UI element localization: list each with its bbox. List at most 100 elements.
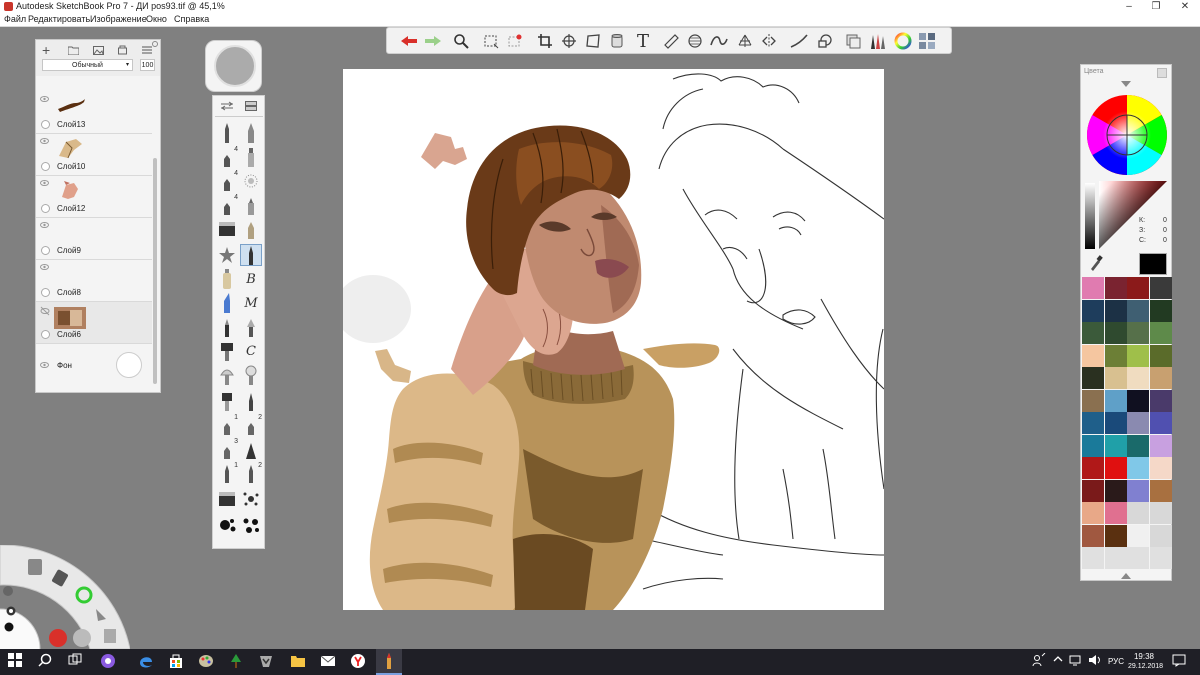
color-swatch[interactable] xyxy=(1149,389,1172,412)
color-swatch[interactable] xyxy=(1127,344,1149,367)
color-swatch[interactable] xyxy=(1127,277,1149,299)
fan-brush[interactable] xyxy=(216,364,238,386)
color-swatch[interactable] xyxy=(1104,322,1127,344)
dots-brush[interactable] xyxy=(240,514,262,536)
minimize-button[interactable]: – xyxy=(1116,0,1142,13)
color-swatch[interactable] xyxy=(1149,524,1172,547)
sketch-brush-1[interactable]: 1 xyxy=(216,462,238,484)
layer-row[interactable]: Слой13 xyxy=(36,92,152,134)
eye-icon[interactable] xyxy=(40,362,49,368)
network-icon[interactable] xyxy=(1068,653,1086,671)
people-icon[interactable] xyxy=(1032,653,1050,671)
marker-brush[interactable] xyxy=(240,146,262,168)
store-icon[interactable] xyxy=(168,653,186,671)
brush-settings-icon[interactable] xyxy=(221,101,233,111)
z-value[interactable]: 0 xyxy=(1163,227,1167,234)
color-swatch[interactable] xyxy=(1104,389,1127,412)
color-swatch[interactable] xyxy=(1149,412,1172,434)
lagoon-redo-icon[interactable] xyxy=(73,629,91,647)
cone-brush[interactable] xyxy=(240,438,262,460)
shape-tool[interactable] xyxy=(815,31,835,51)
color-swatch[interactable] xyxy=(1082,344,1104,367)
file-explorer-icon[interactable] xyxy=(290,653,308,671)
hidden-eye-icon[interactable] xyxy=(40,306,50,316)
color-swatch[interactable] xyxy=(1149,277,1172,299)
layer-select-radio[interactable] xyxy=(41,120,50,129)
color-swatch[interactable] xyxy=(1082,547,1104,569)
color-swatch[interactable] xyxy=(1104,524,1127,547)
menu-help[interactable]: Справка xyxy=(174,13,209,26)
menu-file[interactable]: Файл xyxy=(4,13,26,26)
lagoon-color-dot-icon[interactable] xyxy=(4,622,14,632)
add-group-folder-icon[interactable] xyxy=(68,46,79,55)
color-swatch[interactable] xyxy=(1104,457,1127,479)
panel-close-icon[interactable] xyxy=(1157,68,1167,78)
color-swatch[interactable] xyxy=(1082,299,1104,322)
smear-brush[interactable] xyxy=(240,390,262,412)
brightness-slider[interactable] xyxy=(1085,183,1095,249)
pencil-brush[interactable] xyxy=(216,122,238,144)
crop-tool[interactable] xyxy=(535,31,555,51)
chisel-brush[interactable] xyxy=(216,316,238,338)
task-view-icon[interactable] xyxy=(68,653,86,671)
tree-app-icon[interactable] xyxy=(228,653,246,671)
paint-palette-app-icon[interactable] xyxy=(198,653,216,671)
transform-tool[interactable] xyxy=(559,31,579,51)
calligraphy-b-brush[interactable]: B xyxy=(240,268,262,290)
flat-brush[interactable] xyxy=(216,340,238,362)
current-color-swatch[interactable] xyxy=(1139,253,1167,275)
clock[interactable]: 19:38 29.12.2018 xyxy=(1128,652,1163,672)
layers-scrollbar[interactable] xyxy=(153,158,157,384)
eye-icon[interactable] xyxy=(40,138,49,144)
c-value[interactable]: 0 xyxy=(1163,237,1167,244)
color-swatch[interactable] xyxy=(1149,299,1172,322)
color-swatch[interactable] xyxy=(1149,457,1172,479)
color-swatch[interactable] xyxy=(1082,434,1104,457)
color-swatch[interactable] xyxy=(1104,344,1127,367)
lagoon-layers-icon[interactable] xyxy=(104,629,116,643)
pastel-brush-2[interactable]: 2 xyxy=(240,414,262,436)
color-swatch[interactable] xyxy=(1082,367,1104,389)
panel-close-icon[interactable] xyxy=(152,41,158,47)
airbrush-4b[interactable]: 4 xyxy=(216,170,238,192)
layer-row[interactable]: Слой12 xyxy=(36,176,152,218)
color-swatch[interactable] xyxy=(1082,389,1104,412)
color-swatch[interactable] xyxy=(1104,547,1127,569)
sketch-brush-2[interactable]: 2 xyxy=(240,462,262,484)
color-swatch[interactable] xyxy=(1149,367,1172,389)
copic-library-button[interactable] xyxy=(917,31,937,51)
round-brush[interactable] xyxy=(240,364,262,386)
soft-marker-brush[interactable] xyxy=(240,194,262,216)
zoom-tool[interactable] xyxy=(451,31,471,51)
brush-library-icon[interactable] xyxy=(245,101,257,111)
color-swatch[interactable] xyxy=(1127,524,1149,547)
alice-assistant-icon[interactable] xyxy=(100,653,118,671)
color-swatch[interactable] xyxy=(1104,412,1127,434)
color-swatch[interactable] xyxy=(1104,434,1127,457)
eye-icon[interactable] xyxy=(40,96,49,102)
color-swatch[interactable] xyxy=(1127,547,1149,569)
menu-image[interactable]: Изображение xyxy=(90,13,147,26)
layer-row[interactable]: Слой8 xyxy=(36,260,152,302)
stamp-star-brush[interactable] xyxy=(216,244,238,266)
color-swatch[interactable] xyxy=(1127,389,1149,412)
eye-icon[interactable] xyxy=(40,180,49,186)
calligraphy-c-brush[interactable]: C xyxy=(240,340,262,362)
blue-pen-brush[interactable] xyxy=(216,292,238,314)
layer-row[interactable]: Слой9 xyxy=(36,218,152,260)
eyedropper-icon[interactable] xyxy=(1089,255,1103,271)
windows-start-icon[interactable] xyxy=(8,653,26,671)
spatter-brush[interactable] xyxy=(240,488,262,510)
texture-brush[interactable] xyxy=(240,170,262,192)
color-swatch[interactable] xyxy=(1127,457,1149,479)
color-swatch[interactable] xyxy=(1149,479,1172,502)
collapse-arrow-icon[interactable] xyxy=(1121,81,1131,87)
hard-eraser-brush[interactable] xyxy=(216,488,238,510)
background-color-swatch[interactable] xyxy=(116,352,142,378)
color-swatch[interactable] xyxy=(1104,299,1127,322)
sketchbook-taskbar-button[interactable] xyxy=(376,649,402,675)
layer-select-radio[interactable] xyxy=(41,288,50,297)
drawing-canvas[interactable] xyxy=(343,69,884,610)
lasso-select-tool[interactable] xyxy=(505,31,525,51)
redo-button[interactable] xyxy=(423,31,443,51)
